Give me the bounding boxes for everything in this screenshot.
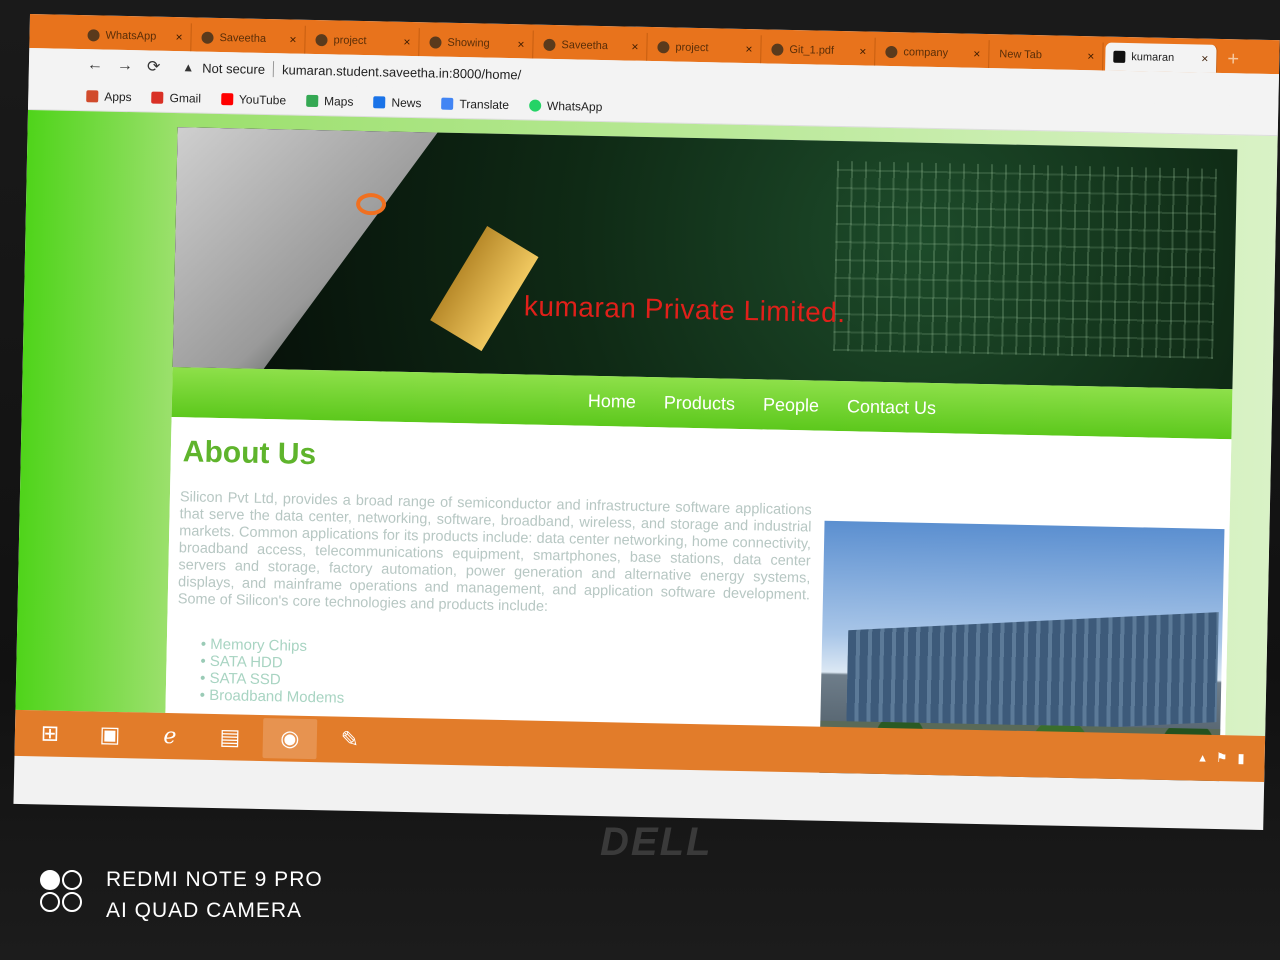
github-icon	[885, 45, 898, 59]
building-shape	[845, 612, 1219, 741]
internet-explorer-icon[interactable]: ℯ	[142, 716, 197, 757]
bookmark-apps[interactable]: Apps	[86, 89, 132, 104]
close-icon[interactable]: ×	[745, 42, 752, 56]
maps-icon	[305, 94, 319, 107]
banner-image: kumaran Private Limited.	[172, 127, 1238, 390]
globe-icon	[543, 38, 556, 52]
bookmark-translate[interactable]: Translate	[441, 96, 509, 112]
watermark-camera: AI QUAD CAMERA	[106, 899, 303, 922]
page-title: About Us	[182, 435, 317, 472]
bookmark-maps[interactable]: Maps	[305, 93, 354, 108]
site-icon	[429, 36, 442, 49]
tab-saveetha-2[interactable]: Saveetha ×	[535, 30, 648, 61]
tab-whatsapp[interactable]: WhatsApp ×	[79, 21, 192, 52]
tab-company[interactable]: company ×	[877, 37, 990, 69]
chrome-icon[interactable]: ◉	[262, 718, 318, 760]
tab-new-tab[interactable]: New Tab ×	[991, 40, 1104, 71]
close-icon[interactable]: ×	[289, 32, 296, 46]
close-icon[interactable]: ×	[175, 30, 182, 44]
warning-icon[interactable]: ▲	[182, 60, 194, 74]
bookmark-gmail[interactable]: Gmail	[151, 90, 201, 105]
site-container: kumaran Private Limited. Home Products P…	[165, 127, 1238, 782]
apps-grid-icon	[86, 89, 99, 102]
list-item: Broadband Modems	[200, 687, 344, 707]
new-tab-button[interactable]: +	[1219, 48, 1247, 74]
page-viewport: kumaran Private Limited. Home Products P…	[15, 109, 1278, 782]
close-icon[interactable]: ×	[403, 35, 410, 49]
paint-icon[interactable]: ✎	[322, 719, 377, 760]
url-text[interactable]: kumaran.student.saveetha.in:8000/home/	[282, 62, 521, 82]
laptop-screen: WhatsApp × Saveetha × project × Showing × Sa…	[13, 14, 1280, 831]
battery-icon[interactable]: ▮	[1237, 750, 1244, 766]
store-icon[interactable]: ▣	[83, 714, 138, 755]
nav-home[interactable]: Home	[588, 390, 636, 412]
close-icon[interactable]: ×	[859, 44, 866, 58]
gear-icon	[1113, 50, 1126, 63]
youtube-icon	[220, 92, 234, 105]
tab-project-2[interactable]: project ×	[649, 32, 762, 64]
banner-ring	[355, 192, 387, 216]
close-icon[interactable]: ×	[517, 37, 524, 51]
flag-icon[interactable]: ⚑	[1216, 750, 1228, 766]
whatsapp-icon	[528, 98, 542, 112]
tab-project[interactable]: project ×	[307, 25, 420, 57]
main-content: About Us Silicon Pvt Ltd, provides a bro…	[165, 417, 1232, 782]
banner-connector	[430, 225, 539, 352]
bookmark-whatsapp[interactable]: WhatsApp	[528, 98, 602, 114]
globe-icon	[315, 33, 328, 47]
camera-logo-icon	[40, 870, 90, 918]
whatsapp-icon	[87, 29, 100, 42]
nav-products[interactable]: Products	[664, 392, 735, 414]
address-bar[interactable]: ▲ Not secure kumaran.student.saveetha.in…	[182, 59, 521, 82]
gmail-icon	[151, 91, 164, 104]
nav-people[interactable]: People	[763, 394, 819, 416]
divider	[272, 61, 275, 78]
back-icon[interactable]: ←	[87, 56, 103, 74]
globe-icon	[771, 43, 784, 56]
system-tray: ▴ ⚑ ▮	[1199, 750, 1245, 767]
security-label: Not secure	[202, 60, 266, 77]
tab-saveetha[interactable]: Saveetha ×	[193, 23, 306, 54]
bookmark-youtube[interactable]: YouTube	[220, 92, 286, 107]
banner-title: kumaran Private Limited.	[523, 290, 846, 329]
close-icon[interactable]: ×	[1201, 52, 1208, 66]
globe-icon	[201, 31, 214, 44]
file-explorer-icon[interactable]: ▤	[202, 717, 257, 758]
about-paragraph: Silicon Pvt Ltd, provides a broad range …	[177, 489, 812, 615]
banner-circuit	[833, 160, 1218, 359]
product-list: Memory Chips SATA HDD SATA SSD Broadband…	[200, 636, 346, 707]
forward-icon[interactable]: →	[117, 57, 133, 75]
news-icon	[373, 95, 386, 108]
close-icon[interactable]: ×	[973, 47, 980, 61]
banner-highlight	[173, 127, 438, 372]
tab-showing[interactable]: Showing ×	[421, 28, 534, 59]
close-icon[interactable]: ×	[631, 40, 638, 54]
nav-contact-us[interactable]: Contact Us	[847, 396, 936, 419]
tab-git-pdf[interactable]: Git_1.pdf ×	[763, 35, 876, 66]
watermark-model: REDMI NOTE 9 PRO	[106, 868, 323, 891]
bookmark-news[interactable]: News	[373, 95, 422, 110]
reload-icon[interactable]: ⟳	[147, 56, 161, 76]
globe-icon	[657, 41, 670, 54]
laptop-brand-logo: DELL	[600, 820, 713, 864]
tab-kumaran[interactable]: kumaran ×	[1105, 42, 1218, 73]
windows-start-icon[interactable]: ⊞	[23, 713, 78, 754]
close-icon[interactable]: ×	[1087, 49, 1094, 63]
translate-icon	[441, 97, 454, 110]
chevron-up-icon[interactable]: ▴	[1199, 750, 1206, 766]
